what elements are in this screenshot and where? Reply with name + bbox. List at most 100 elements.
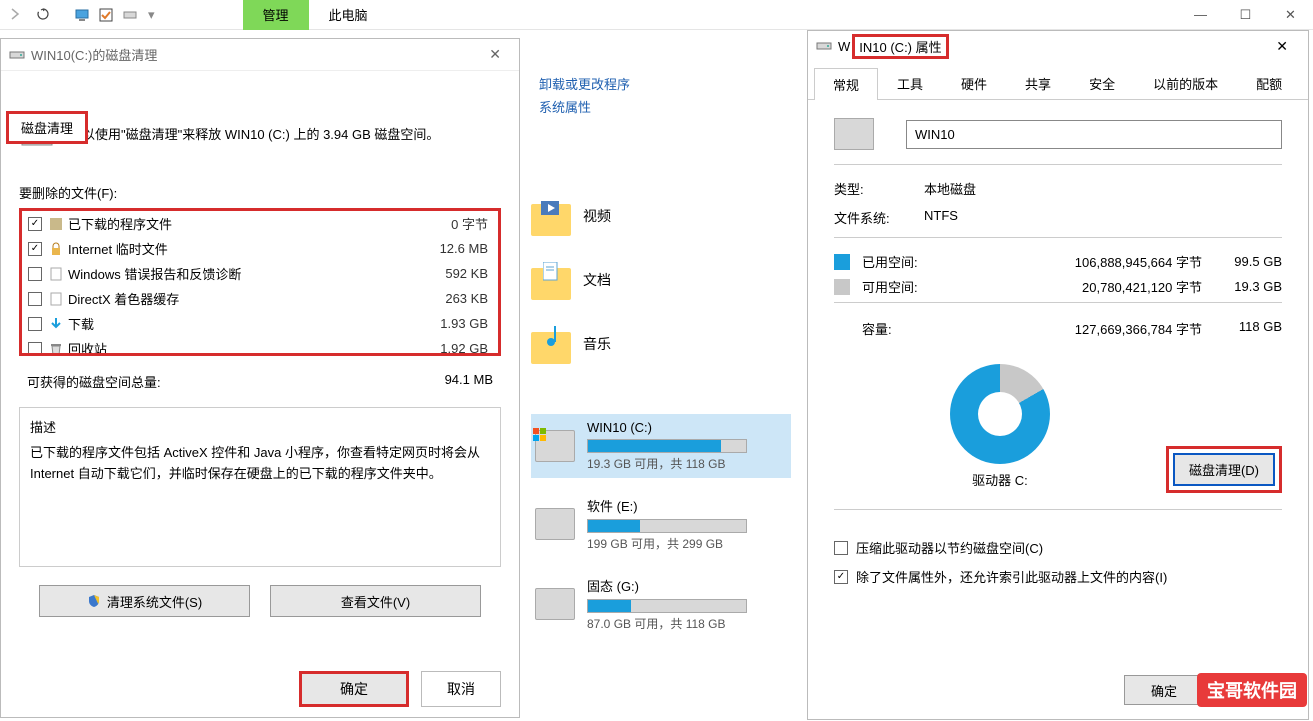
minimize-button[interactable]: — [1178, 0, 1223, 30]
capacity-bytes: 127,669,366,784 字节 [934, 319, 1202, 338]
checkbox[interactable]: ✓ [28, 217, 42, 231]
close-icon[interactable]: ✕ [1264, 34, 1300, 59]
task-uninstall-programs[interactable]: 卸载或更改程序 [531, 74, 791, 93]
checkbox[interactable] [28, 267, 42, 281]
disk-cleanup-button-highlight: 磁盘清理(D) [1166, 446, 1282, 493]
cleanup-tab[interactable]: 磁盘清理 [6, 111, 88, 144]
checkbox[interactable] [28, 292, 42, 306]
checkbox-icon[interactable] [98, 7, 114, 23]
folder-icon [531, 324, 571, 364]
explorer-content: 卸载或更改程序 系统属性 视频 文档 音乐 [521, 60, 801, 720]
file-item-recycle-bin[interactable]: 回收站 1.92 GB [22, 336, 498, 353]
filesystem-label: 文件系统: [834, 208, 924, 227]
task-system-properties[interactable]: 系统属性 [531, 97, 791, 116]
capacity-gb: 118 GB [1202, 319, 1282, 338]
recycle-bin-icon [48, 341, 64, 354]
volume-name-input[interactable] [906, 120, 1282, 149]
download-icon [48, 316, 64, 332]
drive-properties-dialog: W IN10 (C:) 属性 ✕ 常规 工具 硬件 共享 安全 以前的版本 配额… [807, 30, 1309, 720]
capacity-label: 容量: [834, 319, 934, 338]
watermark-logo: 宝哥软件园 [1197, 673, 1307, 707]
drive-g[interactable]: 固态 (G:) 87.0 GB 可用，共 118 GB [531, 570, 791, 638]
total-space-label: 可获得的磁盘空间总量: [27, 372, 161, 391]
properties-title: IN10 (C:) 属性 [852, 34, 948, 59]
compress-drive-checkbox[interactable]: 压缩此驱动器以节约磁盘空间(C) [834, 538, 1282, 557]
free-space-bytes: 20,780,421,120 字节 [942, 277, 1202, 296]
used-space-swatch [834, 254, 850, 270]
tab-quota[interactable]: 配额 [1237, 67, 1301, 99]
file-delete-list: ✓ 已下载的程序文件 0 字节 ✓ Internet 临时文件 12.6 MB … [19, 208, 501, 356]
checkbox[interactable] [28, 342, 42, 354]
file-item-directx-shader[interactable]: DirectX 着色器缓存 263 KB [22, 286, 498, 311]
drive-icon [834, 118, 874, 150]
tab-sharing[interactable]: 共享 [1006, 67, 1070, 99]
close-icon[interactable]: ✕ [479, 42, 511, 67]
description-body: 已下载的程序文件包括 ActiveX 控件和 Java 小程序，你查看特定网页时… [30, 443, 490, 485]
checkbox[interactable] [28, 317, 42, 331]
usage-donut-chart [950, 364, 1050, 464]
allow-indexing-checkbox[interactable]: ✓ 除了文件属性外，还允许索引此驱动器上文件的内容(I) [834, 567, 1282, 586]
maximize-button[interactable]: ☐ [1223, 0, 1268, 30]
checkbox[interactable]: ✓ [834, 570, 848, 584]
free-space-swatch [834, 279, 850, 295]
drive-icon [9, 47, 25, 63]
drive-e[interactable]: 软件 (E:) 199 GB 可用，共 299 GB [531, 490, 791, 558]
file-icon [48, 266, 64, 282]
checkbox[interactable]: ✓ [28, 242, 42, 256]
filesystem-value: NTFS [924, 208, 1282, 227]
ok-button[interactable]: 确定 [299, 671, 409, 707]
folder-documents[interactable]: 文档 [531, 260, 791, 300]
folder-music[interactable]: 音乐 [531, 324, 791, 364]
shield-icon [87, 594, 101, 608]
description-heading: 描述 [30, 418, 490, 439]
tab-hardware[interactable]: 硬件 [942, 67, 1006, 99]
forward-icon[interactable] [8, 7, 24, 23]
total-space-value: 94.1 MB [445, 372, 493, 391]
lock-icon [48, 241, 64, 257]
cancel-button[interactable]: 取消 [421, 671, 501, 707]
dropdown-caret-icon[interactable]: ▾ [148, 7, 155, 23]
free-space-gb: 19.3 GB [1202, 279, 1282, 294]
drive-icon [816, 38, 832, 54]
description-box: 描述 已下载的程序文件包括 ActiveX 控件和 Java 小程序，你查看特定… [19, 407, 501, 567]
drive-icon [535, 588, 575, 620]
used-space-label: 已用空间: [862, 252, 942, 271]
file-item-internet-temp[interactable]: ✓ Internet 临时文件 12.6 MB [22, 236, 498, 261]
cleanup-intro: 可以使用"磁盘清理"来释放 WIN10 (C:) 上的 3.94 GB 磁盘空间… [69, 126, 439, 144]
disk-cleanup-button[interactable]: 磁盘清理(D) [1173, 453, 1275, 486]
ribbon-tab-manage[interactable]: 管理 [243, 0, 309, 30]
refresh-icon[interactable] [36, 7, 52, 23]
free-space-label: 可用空间: [862, 277, 942, 296]
drive-icon[interactable] [122, 7, 138, 23]
drive-icon [535, 430, 575, 462]
checkbox[interactable] [834, 541, 848, 555]
disk-cleanup-dialog: WIN10(C:)的磁盘清理 ✕ 磁盘清理 可以使用"磁盘清理"来释放 WIN1… [0, 38, 520, 718]
cleanup-titlebar: WIN10(C:)的磁盘清理 ✕ [1, 39, 519, 71]
tab-previous-versions[interactable]: 以前的版本 [1134, 67, 1237, 99]
clean-system-files-button[interactable]: 清理系统文件(S) [39, 585, 250, 617]
tab-general[interactable]: 常规 [814, 68, 878, 100]
file-item-downloads[interactable]: 下载 1.93 GB [22, 311, 498, 336]
ribbon-tab-this-pc[interactable]: 此电脑 [309, 0, 388, 30]
file-item-windows-error[interactable]: Windows 错误报告和反馈诊断 592 KB [22, 261, 498, 286]
tab-tools[interactable]: 工具 [878, 67, 942, 99]
file-icon [48, 216, 64, 232]
properties-titlebar: W IN10 (C:) 属性 ✕ [808, 31, 1308, 61]
tab-security[interactable]: 安全 [1070, 67, 1134, 99]
used-space-gb: 99.5 GB [1202, 254, 1282, 269]
drive-icon [535, 508, 575, 540]
close-button[interactable]: ✕ [1268, 0, 1313, 30]
file-item-downloaded-programs[interactable]: ✓ 已下载的程序文件 0 字节 [22, 211, 498, 236]
drive-c[interactable]: WIN10 (C:) 19.3 GB 可用，共 118 GB [531, 414, 791, 478]
type-value: 本地磁盘 [924, 179, 1282, 198]
view-files-button[interactable]: 查看文件(V) [270, 585, 481, 617]
files-to-delete-label: 要删除的文件(F): [19, 183, 501, 202]
computer-icon[interactable] [74, 7, 90, 23]
type-label: 类型: [834, 179, 924, 198]
used-space-bytes: 106,888,945,664 字节 [942, 252, 1202, 271]
drive-letter-label: 驱动器 C: [834, 470, 1166, 489]
folder-icon [531, 260, 571, 300]
properties-tabs: 常规 工具 硬件 共享 安全 以前的版本 配额 [808, 61, 1308, 100]
folder-videos[interactable]: 视频 [531, 196, 791, 236]
folder-icon [531, 196, 571, 236]
